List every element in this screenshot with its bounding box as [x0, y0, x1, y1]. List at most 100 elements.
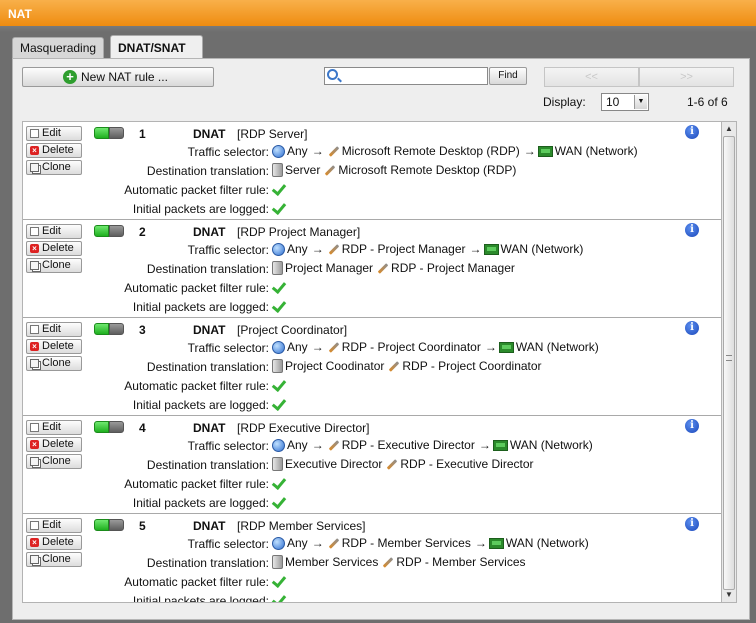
destination-host[interactable]: Server: [285, 163, 320, 177]
initial-logged-label: Initial packets are logged:: [132, 496, 269, 510]
info-icon[interactable]: i: [685, 419, 699, 433]
destination-service[interactable]: RDP - Member Services: [396, 555, 525, 569]
edit-button[interactable]: Edit: [26, 126, 82, 141]
next-page-button[interactable]: >>: [639, 67, 734, 87]
new-nat-rule-button[interactable]: + New NAT rule ...: [22, 67, 214, 87]
destination-service[interactable]: RDP - Executive Director: [400, 457, 533, 471]
scroll-down-icon[interactable]: ▼: [722, 588, 736, 602]
edit-button[interactable]: Edit: [26, 322, 82, 337]
edit-button[interactable]: Edit: [26, 518, 82, 533]
edit-label: Edit: [42, 127, 61, 139]
plus-icon: +: [63, 70, 77, 84]
source-network[interactable]: Any: [287, 340, 308, 354]
info-icon[interactable]: i: [685, 517, 699, 531]
plug-icon: [384, 458, 398, 471]
arrow-icon: →: [311, 536, 324, 550]
service[interactable]: RDP - Project Manager: [342, 242, 466, 256]
scroll-thumb[interactable]: [723, 136, 735, 590]
auto-filter-value: [272, 378, 288, 392]
source-network[interactable]: Any: [287, 536, 308, 550]
traffic-selector-label: Traffic selector:: [187, 145, 269, 159]
plug-icon: [322, 164, 336, 177]
source-network[interactable]: Any: [287, 144, 308, 158]
status-toggle[interactable]: [94, 225, 124, 237]
auto-filter-value: [272, 574, 288, 588]
traffic-selector-value: Any → RDP - Project Coordinator → WAN (N…: [272, 340, 601, 354]
tab-dnat-snat[interactable]: DNAT/SNAT: [110, 35, 203, 59]
status-toggle[interactable]: [94, 323, 124, 335]
interface[interactable]: WAN (Network): [506, 536, 589, 550]
interface[interactable]: WAN (Network): [501, 242, 584, 256]
rule-type: DNAT: [193, 421, 226, 435]
source-network[interactable]: Any: [287, 242, 308, 256]
destination-translation-row: Destination translation: Project Coodina…: [23, 358, 723, 377]
rule-list: Edit × Delete Clone 1 DNAT [RDP Server] i…: [22, 121, 737, 603]
status-toggle[interactable]: [94, 519, 124, 531]
chevron-down-icon[interactable]: ▼: [634, 95, 647, 109]
service[interactable]: RDP - Project Coordinator: [342, 340, 481, 354]
auto-filter-label: Automatic packet filter rule:: [124, 477, 269, 491]
edit-label: Edit: [42, 323, 61, 335]
display-value: 10: [606, 95, 620, 109]
destination-host[interactable]: Project Coodinator: [285, 359, 384, 373]
status-toggle[interactable]: [94, 127, 124, 139]
check-icon: [272, 495, 288, 509]
destination-host[interactable]: Project Manager: [285, 261, 373, 275]
info-icon[interactable]: i: [685, 125, 699, 139]
destination-translation-label: Destination translation:: [146, 164, 269, 178]
initial-logged-row: Initial packets are logged:: [23, 592, 723, 602]
service[interactable]: RDP - Member Services: [342, 536, 471, 550]
info-icon[interactable]: i: [685, 223, 699, 237]
edit-icon: [30, 227, 39, 236]
destination-translation-label: Destination translation:: [146, 360, 269, 374]
destination-host[interactable]: Executive Director: [285, 457, 382, 471]
service[interactable]: RDP - Executive Director: [342, 438, 475, 452]
interface[interactable]: WAN (Network): [510, 438, 593, 452]
initial-logged-value: [272, 593, 288, 602]
display-label: Display:: [543, 95, 586, 109]
arrow-icon: →: [311, 340, 324, 354]
plug-icon: [326, 243, 340, 256]
edit-icon: [30, 325, 39, 334]
search-input[interactable]: [324, 67, 488, 85]
traffic-selector-value: Any → RDP - Executive Director → WAN (Ne…: [272, 438, 595, 452]
new-nat-rule-label: New NAT rule ...: [81, 70, 168, 84]
service[interactable]: Microsoft Remote Desktop (RDP): [342, 144, 520, 158]
traffic-selector-value: Any → Microsoft Remote Desktop (RDP) → W…: [272, 144, 640, 158]
initial-logged-value: [272, 397, 288, 411]
initial-logged-row: Initial packets are logged:: [23, 200, 723, 219]
edit-button[interactable]: Edit: [26, 224, 82, 239]
edit-icon: [30, 521, 39, 530]
nat-panel: + New NAT rule ... Find << >> Display: 1…: [12, 58, 750, 620]
tab-masquerading[interactable]: Masquerading: [12, 37, 104, 59]
destination-service[interactable]: RDP - Project Coordinator: [402, 359, 541, 373]
check-icon: [272, 201, 288, 215]
check-icon: [272, 397, 288, 411]
rule-number: 1: [139, 127, 146, 141]
destination-service[interactable]: RDP - Project Manager: [391, 261, 515, 275]
traffic-selector-row: Traffic selector: Any → RDP - Project Ma…: [23, 241, 723, 260]
info-icon[interactable]: i: [685, 321, 699, 335]
edit-label: Edit: [42, 421, 61, 433]
edit-button[interactable]: Edit: [26, 420, 82, 435]
find-button[interactable]: Find: [489, 67, 527, 85]
initial-logged-label: Initial packets are logged:: [132, 398, 269, 412]
display-select[interactable]: 10 ▼: [601, 93, 649, 111]
scrollbar[interactable]: ▲ ▼: [721, 121, 737, 603]
prev-page-button[interactable]: <<: [544, 67, 639, 87]
destination-host[interactable]: Member Services: [285, 555, 378, 569]
initial-logged-row: Initial packets are logged:: [23, 298, 723, 317]
status-toggle[interactable]: [94, 421, 124, 433]
nat-rule: Edit × Delete Clone 1 DNAT [RDP Server] i…: [23, 122, 723, 220]
traffic-selector-row: Traffic selector: Any → Microsoft Remote…: [23, 143, 723, 162]
scroll-up-icon[interactable]: ▲: [722, 122, 736, 136]
destination-translation-row: Destination translation: Member Services…: [23, 554, 723, 573]
source-network[interactable]: Any: [287, 438, 308, 452]
rule-name: [RDP Server]: [237, 127, 308, 141]
interface[interactable]: WAN (Network): [516, 340, 599, 354]
destination-translation-value: Executive Director RDP - Executive Direc…: [272, 457, 536, 471]
destination-translation-row: Destination translation: Executive Direc…: [23, 456, 723, 475]
interface[interactable]: WAN (Network): [555, 144, 638, 158]
destination-service[interactable]: Microsoft Remote Desktop (RDP): [338, 163, 516, 177]
auto-filter-label: Automatic packet filter rule:: [124, 183, 269, 197]
